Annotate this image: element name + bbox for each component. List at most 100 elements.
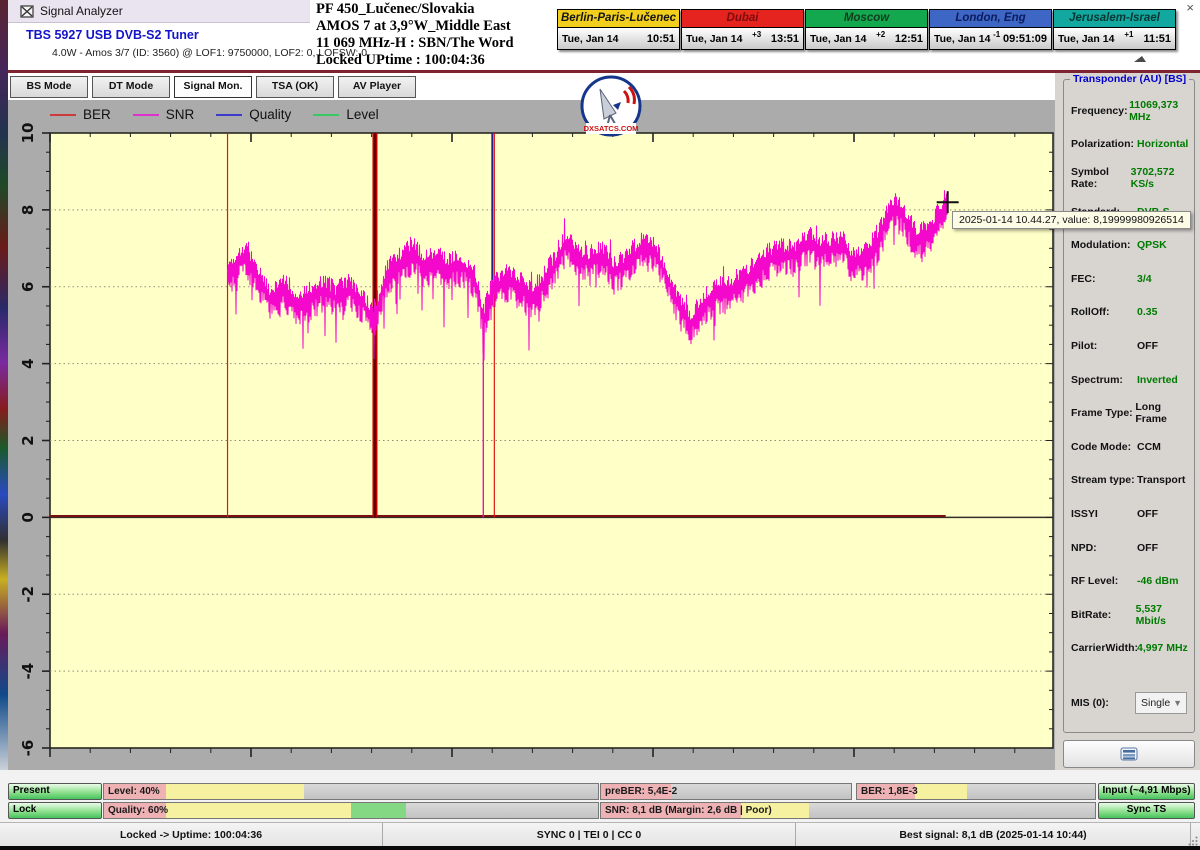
clock-time: 10:51 bbox=[647, 33, 675, 45]
signal-chart-panel[interactable]: 1086420-2-4-6 BERSNRQualityLevel bbox=[8, 100, 1055, 770]
resize-grip[interactable] bbox=[1188, 836, 1198, 846]
site-header-line: PF 450_Lučenec/Slovakia bbox=[316, 1, 566, 18]
mis-label: MIS (0): bbox=[1071, 697, 1135, 709]
clock-body: Tue, Jan 14-109:51:09 bbox=[930, 28, 1051, 49]
chart-legend: BERSNRQualityLevel bbox=[50, 107, 401, 122]
signal-chart[interactable]: 1086420-2-4-6 bbox=[8, 100, 1055, 770]
transponder-row: Pilot:OFF bbox=[1064, 329, 1194, 363]
clock-1: DubaiTue, Jan 14+313:51 bbox=[681, 9, 804, 50]
bar-label: Quality: 60% bbox=[108, 803, 168, 818]
legend-label: SNR bbox=[166, 107, 195, 122]
svg-text:-6: -6 bbox=[19, 740, 37, 757]
monitor-bar: Level: 40% bbox=[103, 783, 599, 800]
site-header-line: Locked UPtime : 100:04:36 bbox=[316, 52, 566, 69]
param-label: Symbol Rate: bbox=[1071, 166, 1131, 190]
tab-tsa-ok-[interactable]: TSA (OK) bbox=[256, 76, 334, 98]
close-icon[interactable]: × bbox=[1186, 0, 1194, 15]
param-value: 4,997 MHz bbox=[1137, 642, 1188, 654]
header-divider bbox=[8, 70, 1200, 73]
transponder-row: Modulation:QPSK bbox=[1064, 228, 1194, 262]
bar-seg-yellow bbox=[166, 784, 304, 799]
transponder-row: CarrierWidth:4,997 MHz bbox=[1064, 632, 1194, 666]
snapshot-button[interactable] bbox=[1063, 740, 1195, 768]
transponder-row: BitRate:5,537 Mbit/s bbox=[1064, 598, 1194, 632]
param-label: Frequency: bbox=[1071, 105, 1129, 117]
clock-0: Berlin-Paris-LučenecTue, Jan 1410:51 bbox=[557, 9, 680, 50]
legend-label: BER bbox=[83, 107, 111, 122]
dxsatcs-logo: DXSATCS.COM bbox=[580, 75, 642, 139]
param-value: QPSK bbox=[1137, 239, 1167, 251]
bar-label: preBER: 5,4E-2 bbox=[605, 784, 677, 799]
transponder-row: ISSYIOFF bbox=[1064, 497, 1194, 531]
transponder-row: RF Level:-46 dBm bbox=[1064, 564, 1194, 598]
param-value: OFF bbox=[1137, 508, 1158, 520]
clock-3: London, EngTue, Jan 14-109:51:09 bbox=[929, 9, 1052, 50]
transponder-row: FEC:3/4 bbox=[1064, 262, 1194, 296]
param-value: 3702,572 KS/s bbox=[1131, 166, 1194, 190]
clock-body: Tue, Jan 14+111:51 bbox=[1054, 28, 1175, 49]
clock-city: Jerusalem-Israel bbox=[1054, 10, 1175, 28]
param-value: CCM bbox=[1137, 441, 1161, 453]
tab-bs-mode[interactable]: BS Mode bbox=[10, 76, 88, 98]
param-label: Pilot: bbox=[1071, 340, 1137, 352]
transponder-groupbox: Transponder (AU) [BS] Frequency:11069,37… bbox=[1063, 79, 1195, 733]
app-icon bbox=[20, 5, 34, 18]
bottom-edge bbox=[0, 846, 1200, 850]
window-title: Signal Analyzer bbox=[40, 4, 123, 18]
clock-body: Tue, Jan 14+212:51 bbox=[806, 28, 927, 49]
status-bar: Locked -> Uptime: 100:04:36SYNC 0 | TEI … bbox=[0, 822, 1200, 847]
status-pill: Lock bbox=[8, 802, 102, 819]
tab-dt-mode[interactable]: DT Mode bbox=[92, 76, 170, 98]
bar-label: Level: 40% bbox=[108, 784, 160, 799]
svg-text:DXSATCS.COM: DXSATCS.COM bbox=[584, 124, 639, 133]
svg-text:-4: -4 bbox=[19, 663, 37, 680]
clock-city: Dubai bbox=[682, 10, 803, 28]
monitor-row-0: PresentLevel: 40%preBER: 5,4E-2BER: 1,8E… bbox=[0, 783, 1200, 800]
site-header-line: 11 069 MHz-H : SBN/The Word bbox=[316, 35, 566, 52]
transponder-row: RollOff:0.35 bbox=[1064, 296, 1194, 330]
param-label: Stream type: bbox=[1071, 474, 1137, 486]
clock-body: Tue, Jan 14+313:51 bbox=[682, 28, 803, 49]
clock-time: 13:51 bbox=[771, 33, 799, 45]
svg-text:6: 6 bbox=[19, 282, 37, 292]
clock-date: Tue, Jan 14 bbox=[1058, 33, 1114, 45]
bar-seg-yellow bbox=[166, 803, 351, 818]
mis-dropdown[interactable]: Single ▼ bbox=[1135, 692, 1187, 714]
param-label: RF Level: bbox=[1071, 575, 1137, 587]
legend-label: Quality bbox=[249, 107, 291, 122]
svg-text:10: 10 bbox=[19, 123, 37, 144]
world-clocks: Berlin-Paris-LučenecTue, Jan 1410:51Duba… bbox=[557, 9, 1177, 50]
svg-text:0: 0 bbox=[19, 512, 37, 522]
param-value: 11069,373 MHz bbox=[1129, 99, 1194, 123]
clock-time: 12:51 bbox=[895, 33, 923, 45]
legend-line-swatch bbox=[313, 114, 339, 116]
param-value: Horizontal bbox=[1137, 138, 1188, 150]
param-label: FEC: bbox=[1071, 273, 1137, 285]
legend-line-swatch bbox=[133, 114, 159, 116]
window-grip-icon bbox=[1133, 53, 1147, 63]
monitor-bar: preBER: 5,4E-2 bbox=[600, 783, 852, 800]
legend-line-swatch bbox=[216, 114, 242, 116]
statusbar-section-2: Best signal: 8,1 dB (2025-01-14 10:44) bbox=[796, 823, 1191, 847]
svg-text:2: 2 bbox=[19, 435, 37, 445]
param-value: OFF bbox=[1137, 542, 1158, 554]
svg-text:8: 8 bbox=[19, 205, 37, 215]
svg-text:-2: -2 bbox=[19, 586, 37, 603]
clock-utc-offset: -1 bbox=[990, 30, 1003, 39]
chart-tooltip: 2025-01-14 10.44.27, value: 8,1999998092… bbox=[952, 211, 1191, 229]
param-value: 5,537 Mbit/s bbox=[1136, 603, 1194, 627]
clock-time: 09:51:09 bbox=[1003, 33, 1047, 45]
monitor-bar: SNR: 8,1 dB (Margin: 2,6 dB | Poor) bbox=[600, 802, 1096, 819]
clock-date: Tue, Jan 14 bbox=[686, 33, 742, 45]
transponder-rows: Frequency:11069,373 MHzPolarization:Hori… bbox=[1064, 94, 1194, 665]
stripes-icon bbox=[1120, 747, 1138, 761]
site-header-text: PF 450_Lučenec/SlovakiaAMOS 7 at 3,9°W_M… bbox=[316, 1, 566, 69]
tab-signal-mon-[interactable]: Signal Mon. bbox=[174, 76, 252, 98]
status-pill-right: Input (~4,91 Mbps) bbox=[1098, 783, 1195, 800]
clock-city: London, Eng bbox=[930, 10, 1051, 28]
transponder-row: Symbol Rate:3702,572 KS/s bbox=[1064, 161, 1194, 195]
tab-av-player[interactable]: AV Player bbox=[338, 76, 416, 98]
tuner-name: TBS 5927 USB DVB-S2 Tuner bbox=[26, 28, 199, 42]
param-value: Long Frame bbox=[1135, 401, 1194, 425]
bar-label: BER: 1,8E-3 bbox=[861, 784, 918, 799]
